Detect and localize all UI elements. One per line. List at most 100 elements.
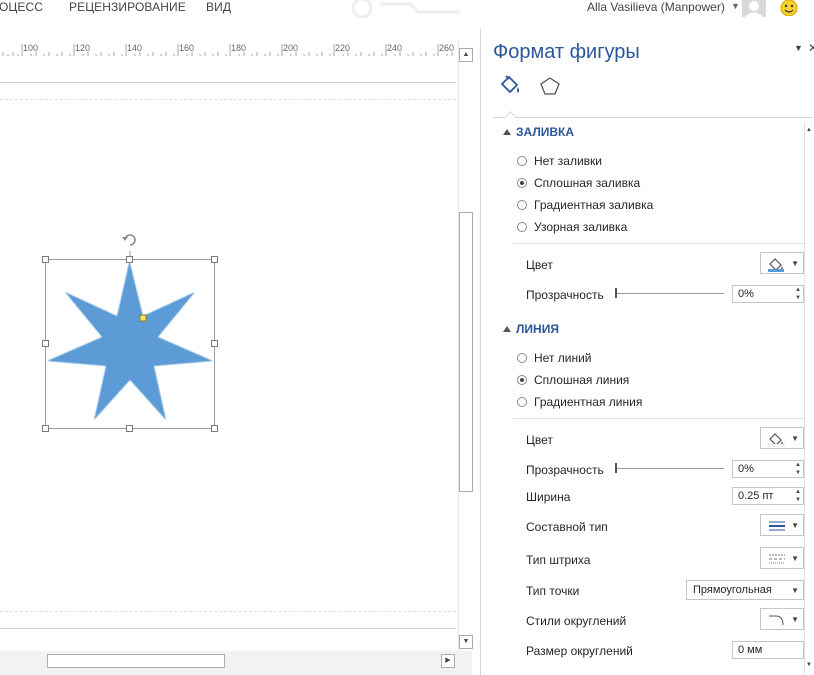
page-edge-top bbox=[0, 82, 456, 83]
cap-type-select[interactable]: Прямоугольная ▼ bbox=[686, 580, 804, 600]
line-transparency-value[interactable]: 0% bbox=[738, 463, 754, 475]
vertical-scroll-thumb[interactable] bbox=[459, 212, 473, 492]
join-type-dropdown[interactable]: ▼ bbox=[760, 608, 804, 630]
round-join-icon bbox=[769, 615, 784, 626]
fill-and-line-icon[interactable] bbox=[498, 74, 522, 96]
fill-transparency-slider[interactable] bbox=[615, 293, 724, 294]
collapse-triangle-icon[interactable] bbox=[503, 326, 511, 332]
radio-gradient-line[interactable] bbox=[517, 397, 527, 407]
round-size-input[interactable]: 0 мм bbox=[732, 641, 804, 659]
spin-up-icon[interactable]: ▲ bbox=[795, 489, 801, 495]
ruler-label: 200 bbox=[283, 43, 299, 53]
divider bbox=[513, 418, 805, 419]
fill-transparency-value[interactable]: 0% bbox=[738, 288, 754, 300]
ribbon-tab-bar: ОЦЕСС РЕЦЕНЗИРОВАНИЕ ВИД Alla Vasilieva … bbox=[0, 0, 814, 18]
radio-solid-fill[interactable] bbox=[517, 178, 527, 188]
pane-scroll-up-icon[interactable]: ▲ bbox=[805, 124, 813, 134]
ruler-label: 180 bbox=[231, 43, 247, 53]
line-transparency-input[interactable]: 0% ▲ ▼ bbox=[732, 460, 804, 478]
tab-view[interactable]: ВИД bbox=[206, 0, 231, 14]
scroll-up-button[interactable]: ▲ bbox=[459, 48, 473, 62]
up-arrow-icon: ▲ bbox=[462, 51, 470, 58]
scroll-down-button[interactable]: ▼ bbox=[459, 635, 473, 649]
down-arrow-icon: ▼ bbox=[462, 638, 470, 645]
cap-type-value: Прямоугольная bbox=[693, 584, 772, 596]
join-type-label: Стили округлений bbox=[526, 614, 627, 628]
ruler-label: 160 bbox=[179, 43, 195, 53]
option-gradient-fill[interactable]: Градиентная заливка bbox=[534, 198, 653, 212]
spin-down-icon[interactable]: ▼ bbox=[795, 497, 801, 503]
ruler-label: 240 bbox=[387, 43, 403, 53]
ruler-label: 120 bbox=[75, 43, 91, 53]
compound-lines-icon bbox=[769, 521, 785, 531]
line-transparency-slider[interactable] bbox=[615, 468, 724, 469]
selected-shape[interactable] bbox=[30, 230, 230, 440]
fill-color-picker[interactable]: ▼ bbox=[760, 252, 804, 274]
round-size-value[interactable]: 0 мм bbox=[738, 644, 762, 656]
paint-bucket-icon bbox=[768, 258, 784, 272]
dropdown-caret-icon: ▼ bbox=[791, 586, 799, 595]
tab-process[interactable]: ОЦЕСС bbox=[0, 0, 43, 14]
fill-color-label: Цвет bbox=[526, 258, 553, 272]
dropdown-caret-icon: ▼ bbox=[791, 434, 799, 443]
page-edge-bottom bbox=[0, 628, 456, 629]
selected-tab-indicator bbox=[504, 111, 517, 124]
fill-transparency-label: ППрозрачность bbox=[526, 288, 604, 302]
line-section-heading[interactable]: ЛИНИЯ bbox=[516, 322, 559, 336]
smiley-feedback-icon[interactable] bbox=[780, 0, 798, 16]
rotate-handle-icon[interactable] bbox=[122, 234, 136, 246]
radio-no-fill[interactable] bbox=[517, 156, 527, 166]
collapse-triangle-icon[interactable] bbox=[503, 129, 511, 135]
round-size-label: Размер округлений bbox=[526, 644, 633, 658]
star-shape[interactable] bbox=[47, 261, 213, 420]
spin-down-icon[interactable]: ▼ bbox=[795, 470, 801, 476]
line-color-picker[interactable]: ▼ bbox=[760, 427, 804, 449]
page-margin-top bbox=[0, 99, 456, 100]
dash-type-label: Тип штриха bbox=[526, 553, 591, 567]
ruler-label: 220 bbox=[335, 43, 351, 53]
user-name[interactable]: Alla Vasilieva (Manpower) bbox=[587, 0, 725, 14]
radio-solid-line[interactable] bbox=[517, 375, 527, 385]
dash-lines-icon bbox=[769, 554, 785, 564]
pane-scrollbar[interactable] bbox=[804, 122, 814, 675]
right-arrow-icon: ▶ bbox=[445, 657, 451, 664]
label-text: Прозрачность bbox=[526, 288, 604, 302]
spin-down-icon[interactable]: ▼ bbox=[795, 295, 801, 301]
option-no-line[interactable]: Нет линий bbox=[534, 351, 592, 365]
dropdown-caret-icon: ▼ bbox=[791, 615, 799, 624]
spin-up-icon[interactable]: ▲ bbox=[795, 462, 801, 468]
radio-no-line[interactable] bbox=[517, 353, 527, 363]
option-no-fill[interactable]: Нет заливки bbox=[534, 154, 602, 168]
slider-thumb[interactable] bbox=[615, 288, 617, 298]
pane-scroll-down-icon[interactable]: ▼ bbox=[805, 659, 813, 669]
compound-type-label: Составной тип bbox=[526, 520, 608, 534]
tab-review[interactable]: РЕЦЕНЗИРОВАНИЕ bbox=[69, 0, 186, 14]
pane-options-icon[interactable]: ▼ bbox=[794, 43, 803, 53]
option-solid-fill[interactable]: Сплошная заливка bbox=[534, 176, 640, 190]
tab-divider bbox=[493, 117, 813, 118]
fill-section-heading[interactable]: ЗАЛИВКА bbox=[516, 125, 574, 139]
option-gradient-line[interactable]: Градиентная линия bbox=[534, 395, 642, 409]
close-icon[interactable]: ✕ bbox=[808, 41, 814, 55]
option-pattern-fill[interactable]: Узорная заливка bbox=[534, 220, 627, 234]
divider bbox=[513, 243, 805, 244]
avatar[interactable] bbox=[742, 0, 766, 17]
pen-color-icon bbox=[767, 433, 785, 447]
horizontal-scroll-thumb[interactable] bbox=[47, 654, 225, 668]
user-menu-caret-icon[interactable]: ▼ bbox=[731, 1, 740, 11]
spin-up-icon[interactable]: ▲ bbox=[795, 287, 801, 293]
line-width-input[interactable]: 0.25 пт ▲ ▼ bbox=[732, 487, 804, 505]
adjust-handle[interactable] bbox=[139, 314, 147, 322]
dash-type-dropdown[interactable]: ▼ bbox=[760, 547, 804, 569]
radio-pattern-fill[interactable] bbox=[517, 222, 527, 232]
line-width-value[interactable]: 0.25 пт bbox=[738, 490, 773, 502]
radio-gradient-fill[interactable] bbox=[517, 200, 527, 210]
scroll-right-button[interactable]: ▶ bbox=[441, 654, 455, 668]
line-transparency-label: Прозрачность bbox=[526, 463, 604, 477]
line-width-label: Ширина bbox=[526, 490, 571, 504]
compound-type-dropdown[interactable]: ▼ bbox=[760, 514, 804, 536]
fill-transparency-input[interactable]: 0% ▲ ▼ bbox=[732, 285, 804, 303]
option-solid-line[interactable]: Сплошная линия bbox=[534, 373, 629, 387]
slider-thumb[interactable] bbox=[615, 463, 617, 473]
effects-pentagon-icon[interactable] bbox=[539, 76, 561, 96]
